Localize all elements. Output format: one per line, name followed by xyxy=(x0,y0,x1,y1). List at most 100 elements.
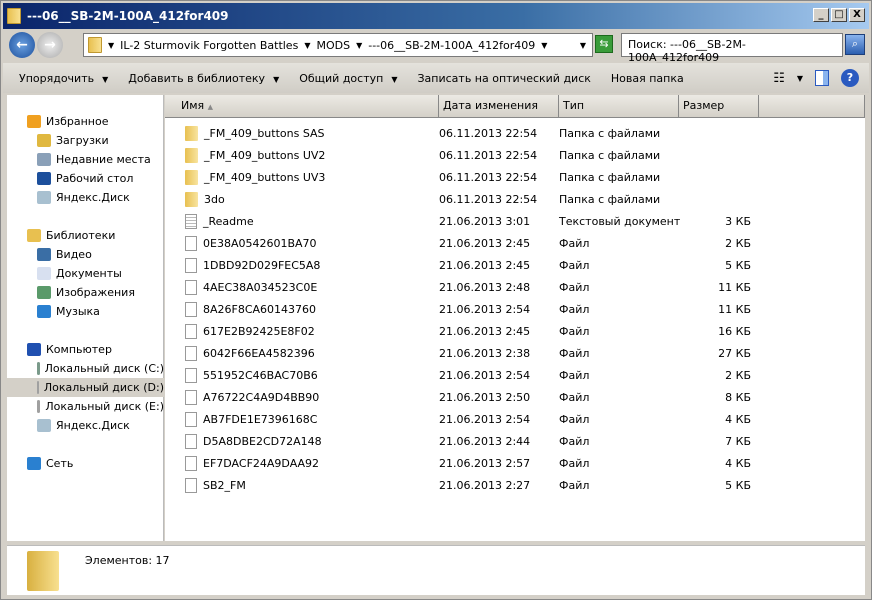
file-row[interactable]: 0E38A0542601BA70 21.06.2013 2:45 Файл 2 КБ xyxy=(165,232,865,254)
file-date: 21.06.2013 2:54 xyxy=(439,368,531,382)
file-date: 21.06.2013 2:38 xyxy=(439,346,531,360)
chevron-right-icon[interactable]: ▼ xyxy=(304,41,310,50)
star-icon xyxy=(27,115,41,128)
file-size: 3 КБ xyxy=(725,214,751,228)
sidebar-item[interactable]: Изображения xyxy=(7,283,164,302)
file-row[interactable]: 8A26F8CA60143760 21.06.2013 2:54 Файл 11 КБ xyxy=(165,298,865,320)
search-input[interactable]: Поиск: ---06__SB-2M-100A_412for409 xyxy=(621,33,843,64)
refresh-button[interactable]: ⇆ xyxy=(595,35,613,53)
column-header-type[interactable]: Тип xyxy=(559,95,679,118)
sidebar-item[interactable]: Загрузки xyxy=(7,131,164,150)
file-row[interactable]: 551952C46BAC70B6 21.06.2013 2:54 Файл 2 КБ xyxy=(165,364,865,386)
column-header-name[interactable]: Имя ▲ xyxy=(165,95,439,118)
preview-pane-icon[interactable] xyxy=(815,70,829,86)
column-header-size[interactable]: Размер xyxy=(679,95,759,118)
file-row[interactable]: _Readme 21.06.2013 3:01 Текстовый документ… xyxy=(165,210,865,232)
sidebar-item[interactable]: Библиотеки xyxy=(7,226,164,245)
column-header-empty xyxy=(759,95,865,118)
sidebar-item[interactable]: Видео xyxy=(7,245,164,264)
file-type: Папка с файлами xyxy=(559,148,661,162)
sidebar-item[interactable]: Рабочий стол xyxy=(7,169,164,188)
address-bar[interactable]: ▼ IL-2 Sturmovik Forgotten Battles ▼ MOD… xyxy=(83,33,593,57)
add-library-button[interactable]: Добавить в библиотеку ▼ xyxy=(128,72,279,85)
file-row[interactable]: D5A8DBE2CD72A148 21.06.2013 2:44 Файл 7 КБ xyxy=(165,430,865,452)
file-name: EF7DACF24A9DAA92 xyxy=(203,456,320,470)
file-date: 21.06.2013 2:48 xyxy=(439,280,531,294)
address-history-dropdown[interactable]: ▼ xyxy=(580,41,586,50)
file-row[interactable]: 617E2B92425E8F02 21.06.2013 2:45 Файл 16 КБ xyxy=(165,320,865,342)
file-date: 06.11.2013 22:54 xyxy=(439,170,538,184)
file-row[interactable]: AB7FDE1E7396168C 21.06.2013 2:54 Файл 4 КБ xyxy=(165,408,865,430)
documents-icon xyxy=(37,267,51,280)
file-row[interactable]: 4AEC38A034523C0E 21.06.2013 2:48 Файл 11 КБ xyxy=(165,276,865,298)
file-type: Файл xyxy=(559,390,590,404)
sidebar-item-label: Яндекс.Диск xyxy=(56,191,130,204)
sidebar-item[interactable]: Недавние места xyxy=(7,150,164,169)
file-name: _Readme xyxy=(203,214,254,228)
chevron-right-icon[interactable]: ▼ xyxy=(356,41,362,50)
sidebar-item[interactable]: Сеть xyxy=(7,454,164,473)
drive-c-icon xyxy=(37,362,40,375)
help-icon[interactable]: ? xyxy=(841,69,859,87)
file-row[interactable]: _FM_409_buttons UV2 06.11.2013 22:54 Папка… xyxy=(165,144,865,166)
file-size: 11 КБ xyxy=(718,280,751,294)
minimize-button[interactable]: _ xyxy=(813,8,829,22)
sidebar-item[interactable]: Избранное xyxy=(7,112,164,131)
file-size: 2 КБ xyxy=(725,368,751,382)
sidebar-item-label: Компьютер xyxy=(46,343,112,356)
close-button[interactable]: X xyxy=(849,8,865,22)
sidebar-item[interactable]: Локальный диск (D:) xyxy=(7,378,164,397)
folder-icon xyxy=(27,551,59,591)
file-name: 3do xyxy=(204,192,225,206)
view-options-icon[interactable]: ☷ xyxy=(773,71,785,86)
file-icon xyxy=(185,345,197,361)
sidebar-item[interactable]: Музыка xyxy=(7,302,164,321)
navigation-bar: ← → ▼ IL-2 Sturmovik Forgotten Battles ▼… xyxy=(3,29,869,64)
sidebar-item-label: Документы xyxy=(56,267,122,280)
recent-places-icon xyxy=(37,153,51,166)
yandex-disk-icon xyxy=(37,419,51,432)
pictures-icon xyxy=(37,286,51,299)
sidebar-item[interactable]: Локальный диск (C:) xyxy=(7,359,164,378)
file-row[interactable]: 1DBD92D029FEC5A8 21.06.2013 2:45 Файл 5 КБ xyxy=(165,254,865,276)
organize-button[interactable]: Упорядочить ▼ xyxy=(19,72,108,85)
network-icon xyxy=(27,457,41,470)
share-button[interactable]: Общий доступ ▼ xyxy=(299,72,397,85)
file-row[interactable]: EF7DACF24A9DAA92 21.06.2013 2:57 Файл 4 КБ xyxy=(165,452,865,474)
file-size: 8 КБ xyxy=(725,390,751,404)
maximize-button[interactable]: □ xyxy=(831,8,847,22)
back-button[interactable]: ← xyxy=(9,32,35,58)
forward-button[interactable]: → xyxy=(37,32,63,58)
file-row[interactable]: _FM_409_buttons SAS 06.11.2013 22:54 Папка… xyxy=(165,122,865,144)
column-header-date[interactable]: Дата изменения xyxy=(439,95,559,118)
file-date: 21.06.2013 2:27 xyxy=(439,478,531,492)
breadcrumb-mods[interactable]: MODS xyxy=(316,39,350,52)
file-row[interactable]: _FM_409_buttons UV3 06.11.2013 22:54 Папка… xyxy=(165,166,865,188)
sidebar-item-label: Сеть xyxy=(46,457,74,470)
file-name: AB7FDE1E7396168C xyxy=(203,412,318,426)
chevron-down-icon[interactable]: ▼ xyxy=(541,41,547,50)
sidebar-item[interactable]: Документы xyxy=(7,264,164,283)
file-row[interactable]: A76722C4A9D4BB90 21.06.2013 2:50 Файл 8 КБ xyxy=(165,386,865,408)
breadcrumb-il2[interactable]: IL-2 Sturmovik Forgotten Battles xyxy=(120,39,298,52)
search-icon[interactable]: ⌕ xyxy=(845,34,865,55)
burn-button[interactable]: Записать на оптический диск xyxy=(417,72,590,85)
file-row[interactable]: 3do 06.11.2013 22:54 Папка с файлами xyxy=(165,188,865,210)
new-folder-button[interactable]: Новая папка xyxy=(611,72,684,85)
file-size: 4 КБ xyxy=(725,412,751,426)
file-date: 21.06.2013 3:01 xyxy=(439,214,531,228)
file-date: 21.06.2013 2:44 xyxy=(439,434,531,448)
breadcrumb-current[interactable]: ---06__SB-2M-100A_412for409 xyxy=(368,39,535,52)
sidebar-item[interactable]: Яндекс.Диск xyxy=(7,416,164,435)
file-row[interactable]: 6042F66EA4582396 21.06.2013 2:38 Файл 27 КБ xyxy=(165,342,865,364)
sidebar-item[interactable]: Локальный диск (E:) xyxy=(7,397,164,416)
sidebar-item[interactable]: Яндекс.Диск xyxy=(7,188,164,207)
chevron-right-icon[interactable]: ▼ xyxy=(108,41,114,50)
yandex-disk-icon xyxy=(37,191,51,204)
chevron-down-icon[interactable]: ▼ xyxy=(797,74,803,83)
file-type: Файл xyxy=(559,280,590,294)
sidebar-item[interactable]: Компьютер xyxy=(7,340,164,359)
file-row[interactable]: SB2_FM 21.06.2013 2:27 Файл 5 КБ xyxy=(165,474,865,496)
desktop-icon xyxy=(37,172,51,185)
file-icon xyxy=(185,477,197,493)
